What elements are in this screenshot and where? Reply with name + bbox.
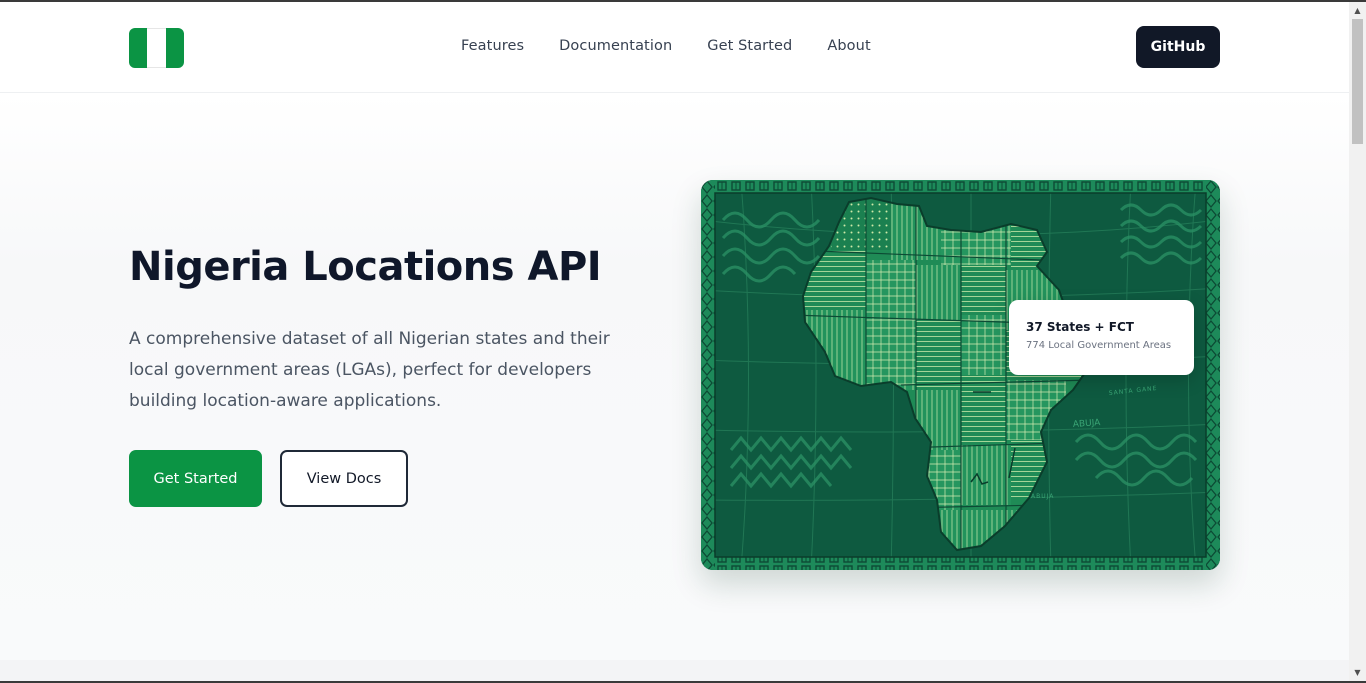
info-card-subtitle: 774 Local Government Areas: [1026, 340, 1172, 351]
hero-section: Nigeria Locations API A comprehensive da…: [0, 94, 1349, 660]
github-button[interactable]: GitHub: [1136, 26, 1220, 68]
navbar: Features Documentation Get Started About…: [0, 2, 1349, 93]
states-info-card: 37 States + FCT 774 Local Government Are…: [1009, 300, 1194, 375]
africa-map-illustration: ABUJA SANTA GANE ABUJA: [701, 180, 1220, 570]
info-card-title: 37 States + FCT: [1026, 320, 1134, 334]
map-label-abuja-2: ABUJA: [1031, 493, 1054, 500]
nav-link-features[interactable]: Features: [461, 38, 524, 54]
nav-link-about[interactable]: About: [827, 38, 870, 54]
get-started-button[interactable]: Get Started: [129, 450, 262, 507]
page-scrollbar[interactable]: ▲ ▼: [1349, 2, 1366, 681]
nigeria-flag-logo-icon[interactable]: [129, 28, 184, 68]
hero-description: A comprehensive dataset of all Nigerian …: [129, 329, 610, 411]
next-section-edge: [0, 660, 1349, 681]
scroll-down-arrow-icon[interactable]: ▼: [1349, 664, 1366, 681]
hero-title: Nigeria Locations API: [129, 244, 602, 290]
scroll-up-arrow-icon[interactable]: ▲: [1349, 2, 1366, 19]
map-label-abuja: ABUJA: [1073, 418, 1102, 430]
nav-links: Features Documentation Get Started About: [461, 38, 871, 54]
view-docs-button[interactable]: View Docs: [280, 450, 408, 507]
nav-link-documentation[interactable]: Documentation: [559, 38, 672, 54]
nav-link-get-started[interactable]: Get Started: [707, 38, 792, 54]
scrollbar-thumb[interactable]: [1352, 19, 1363, 144]
